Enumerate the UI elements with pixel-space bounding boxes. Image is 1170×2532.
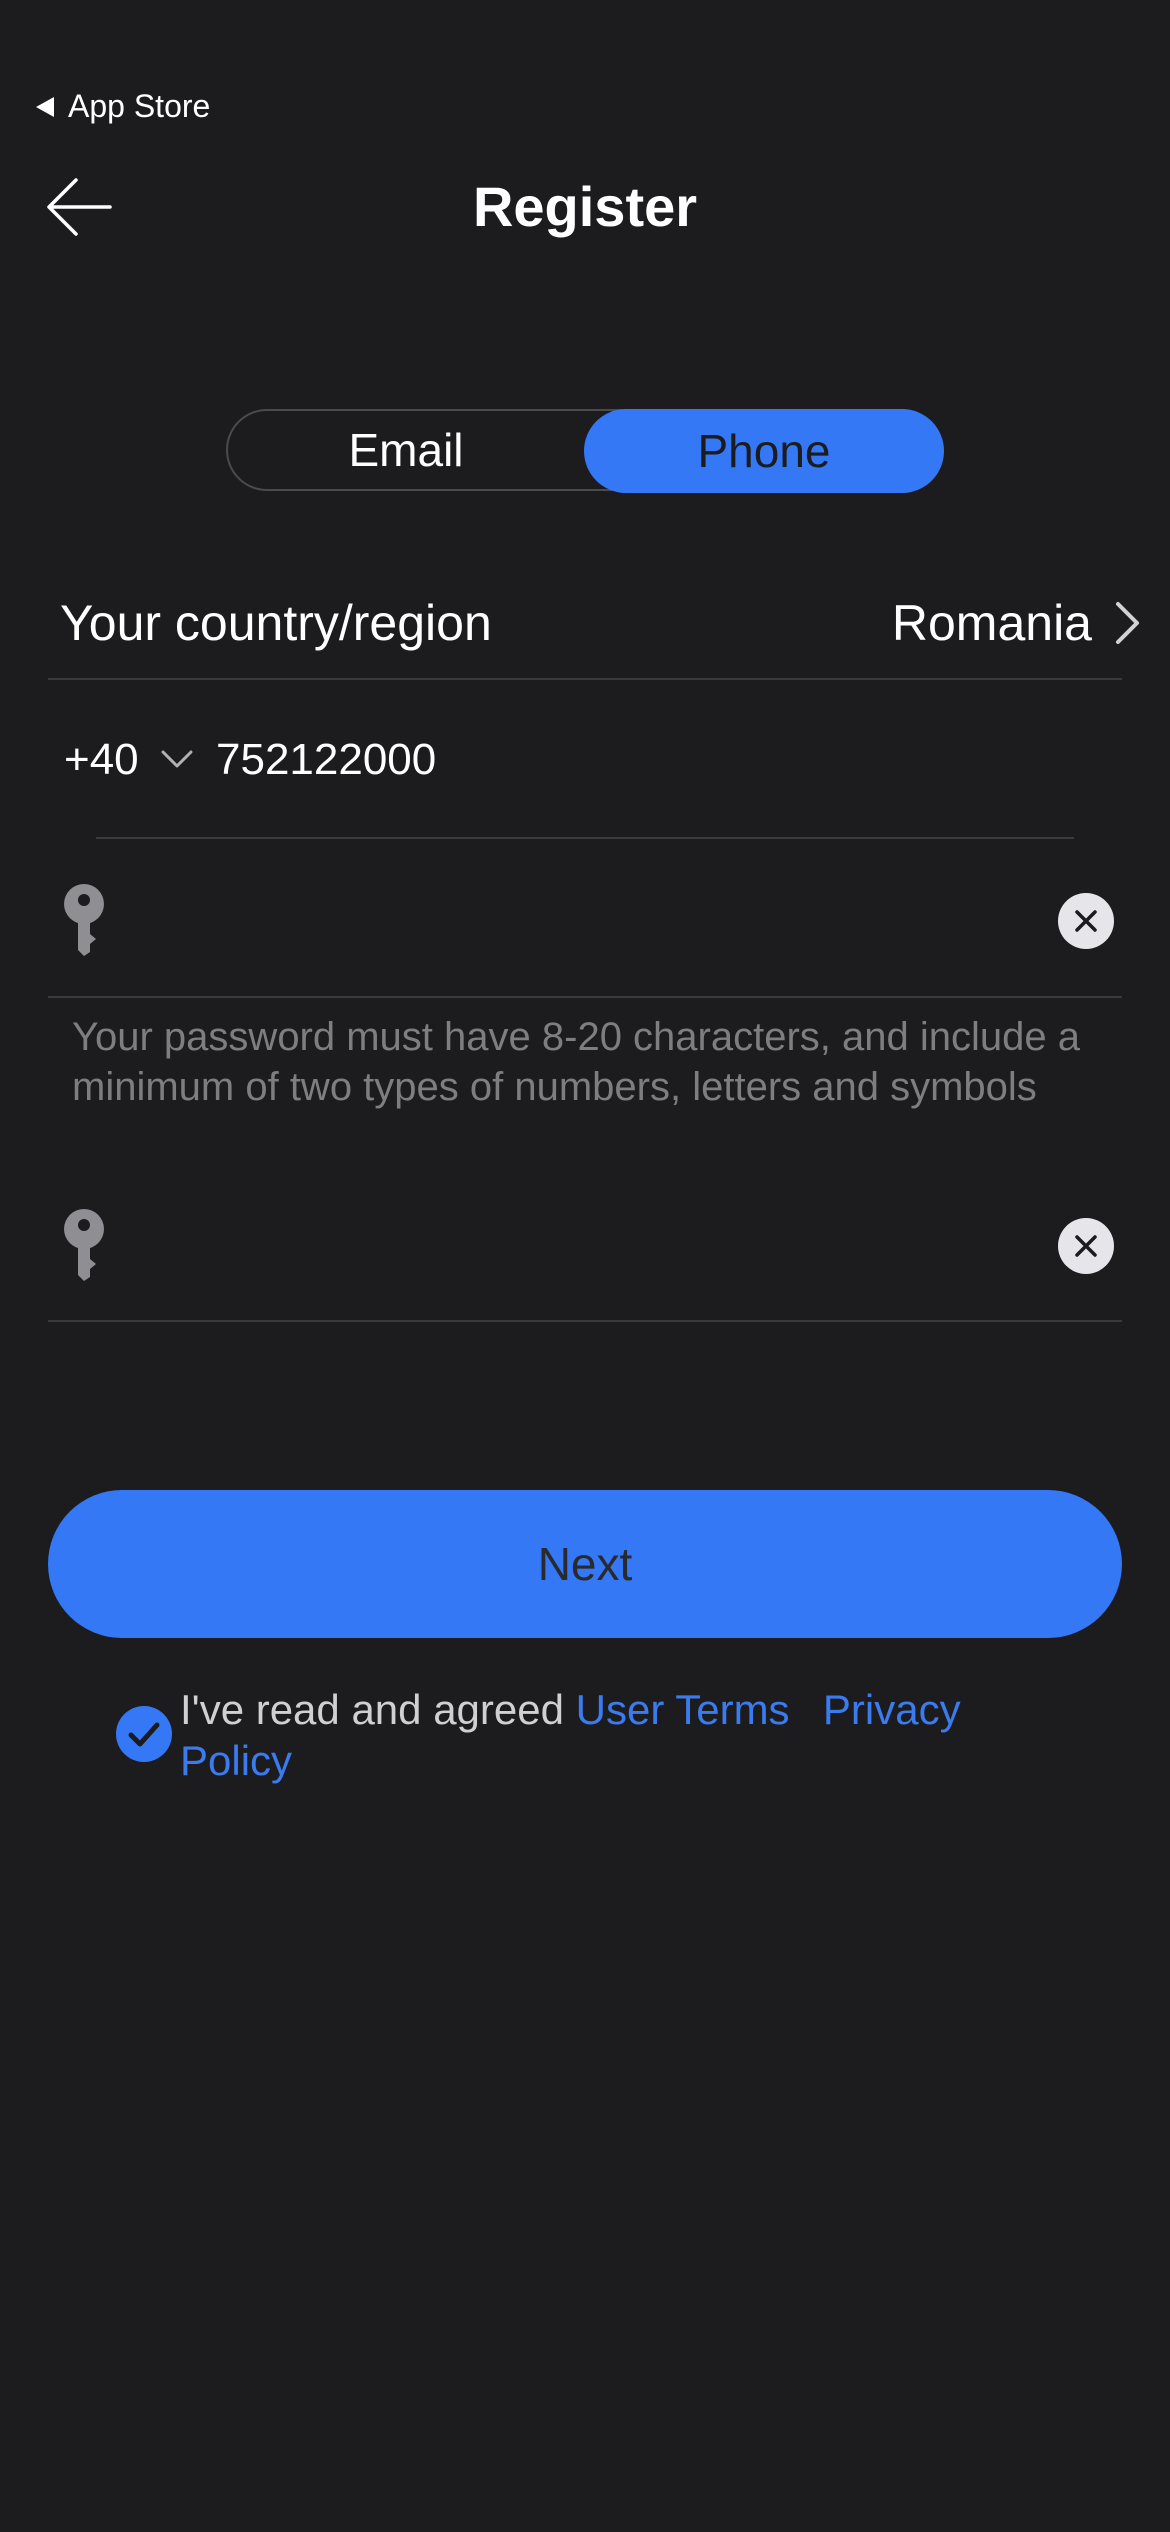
key-icon: [62, 1209, 106, 1281]
key-icon: [62, 884, 106, 956]
page-title: Register: [472, 175, 698, 238]
divider: [48, 996, 1122, 998]
back-to-app-store-link[interactable]: App Store: [36, 88, 210, 125]
agree-checkbox[interactable]: [116, 1706, 172, 1762]
user-terms-link[interactable]: User Terms: [576, 1686, 790, 1733]
clear-icon[interactable]: [1058, 893, 1114, 949]
agreement-prefix: I've read and agreed: [180, 1686, 564, 1733]
checkmark-icon: [128, 1722, 160, 1747]
back-to-app-label: App Store: [68, 88, 211, 124]
chevron-right-icon: [1112, 600, 1142, 646]
divider: [48, 678, 1122, 680]
next-button[interactable]: Next: [48, 1490, 1122, 1638]
tab-email[interactable]: Email: [228, 411, 584, 489]
password-hint: Your password must have 8-20 characters,…: [72, 1015, 1080, 1109]
tab-phone[interactable]: Phone: [584, 409, 944, 493]
chevron-down-icon[interactable]: [160, 748, 194, 772]
dial-code-selector[interactable]: +40: [64, 730, 139, 790]
divider: [96, 837, 1074, 839]
country-value: Romania: [891, 595, 1092, 651]
phone-number-input[interactable]: 752122000: [216, 730, 436, 790]
divider: [48, 1320, 1122, 1322]
clear-icon[interactable]: [1058, 1218, 1114, 1274]
back-triangle-icon: [36, 96, 54, 117]
agreement-text: I've read and agreed User Terms Privacy …: [180, 1684, 1080, 1786]
country-label: Your country/region: [60, 595, 492, 651]
